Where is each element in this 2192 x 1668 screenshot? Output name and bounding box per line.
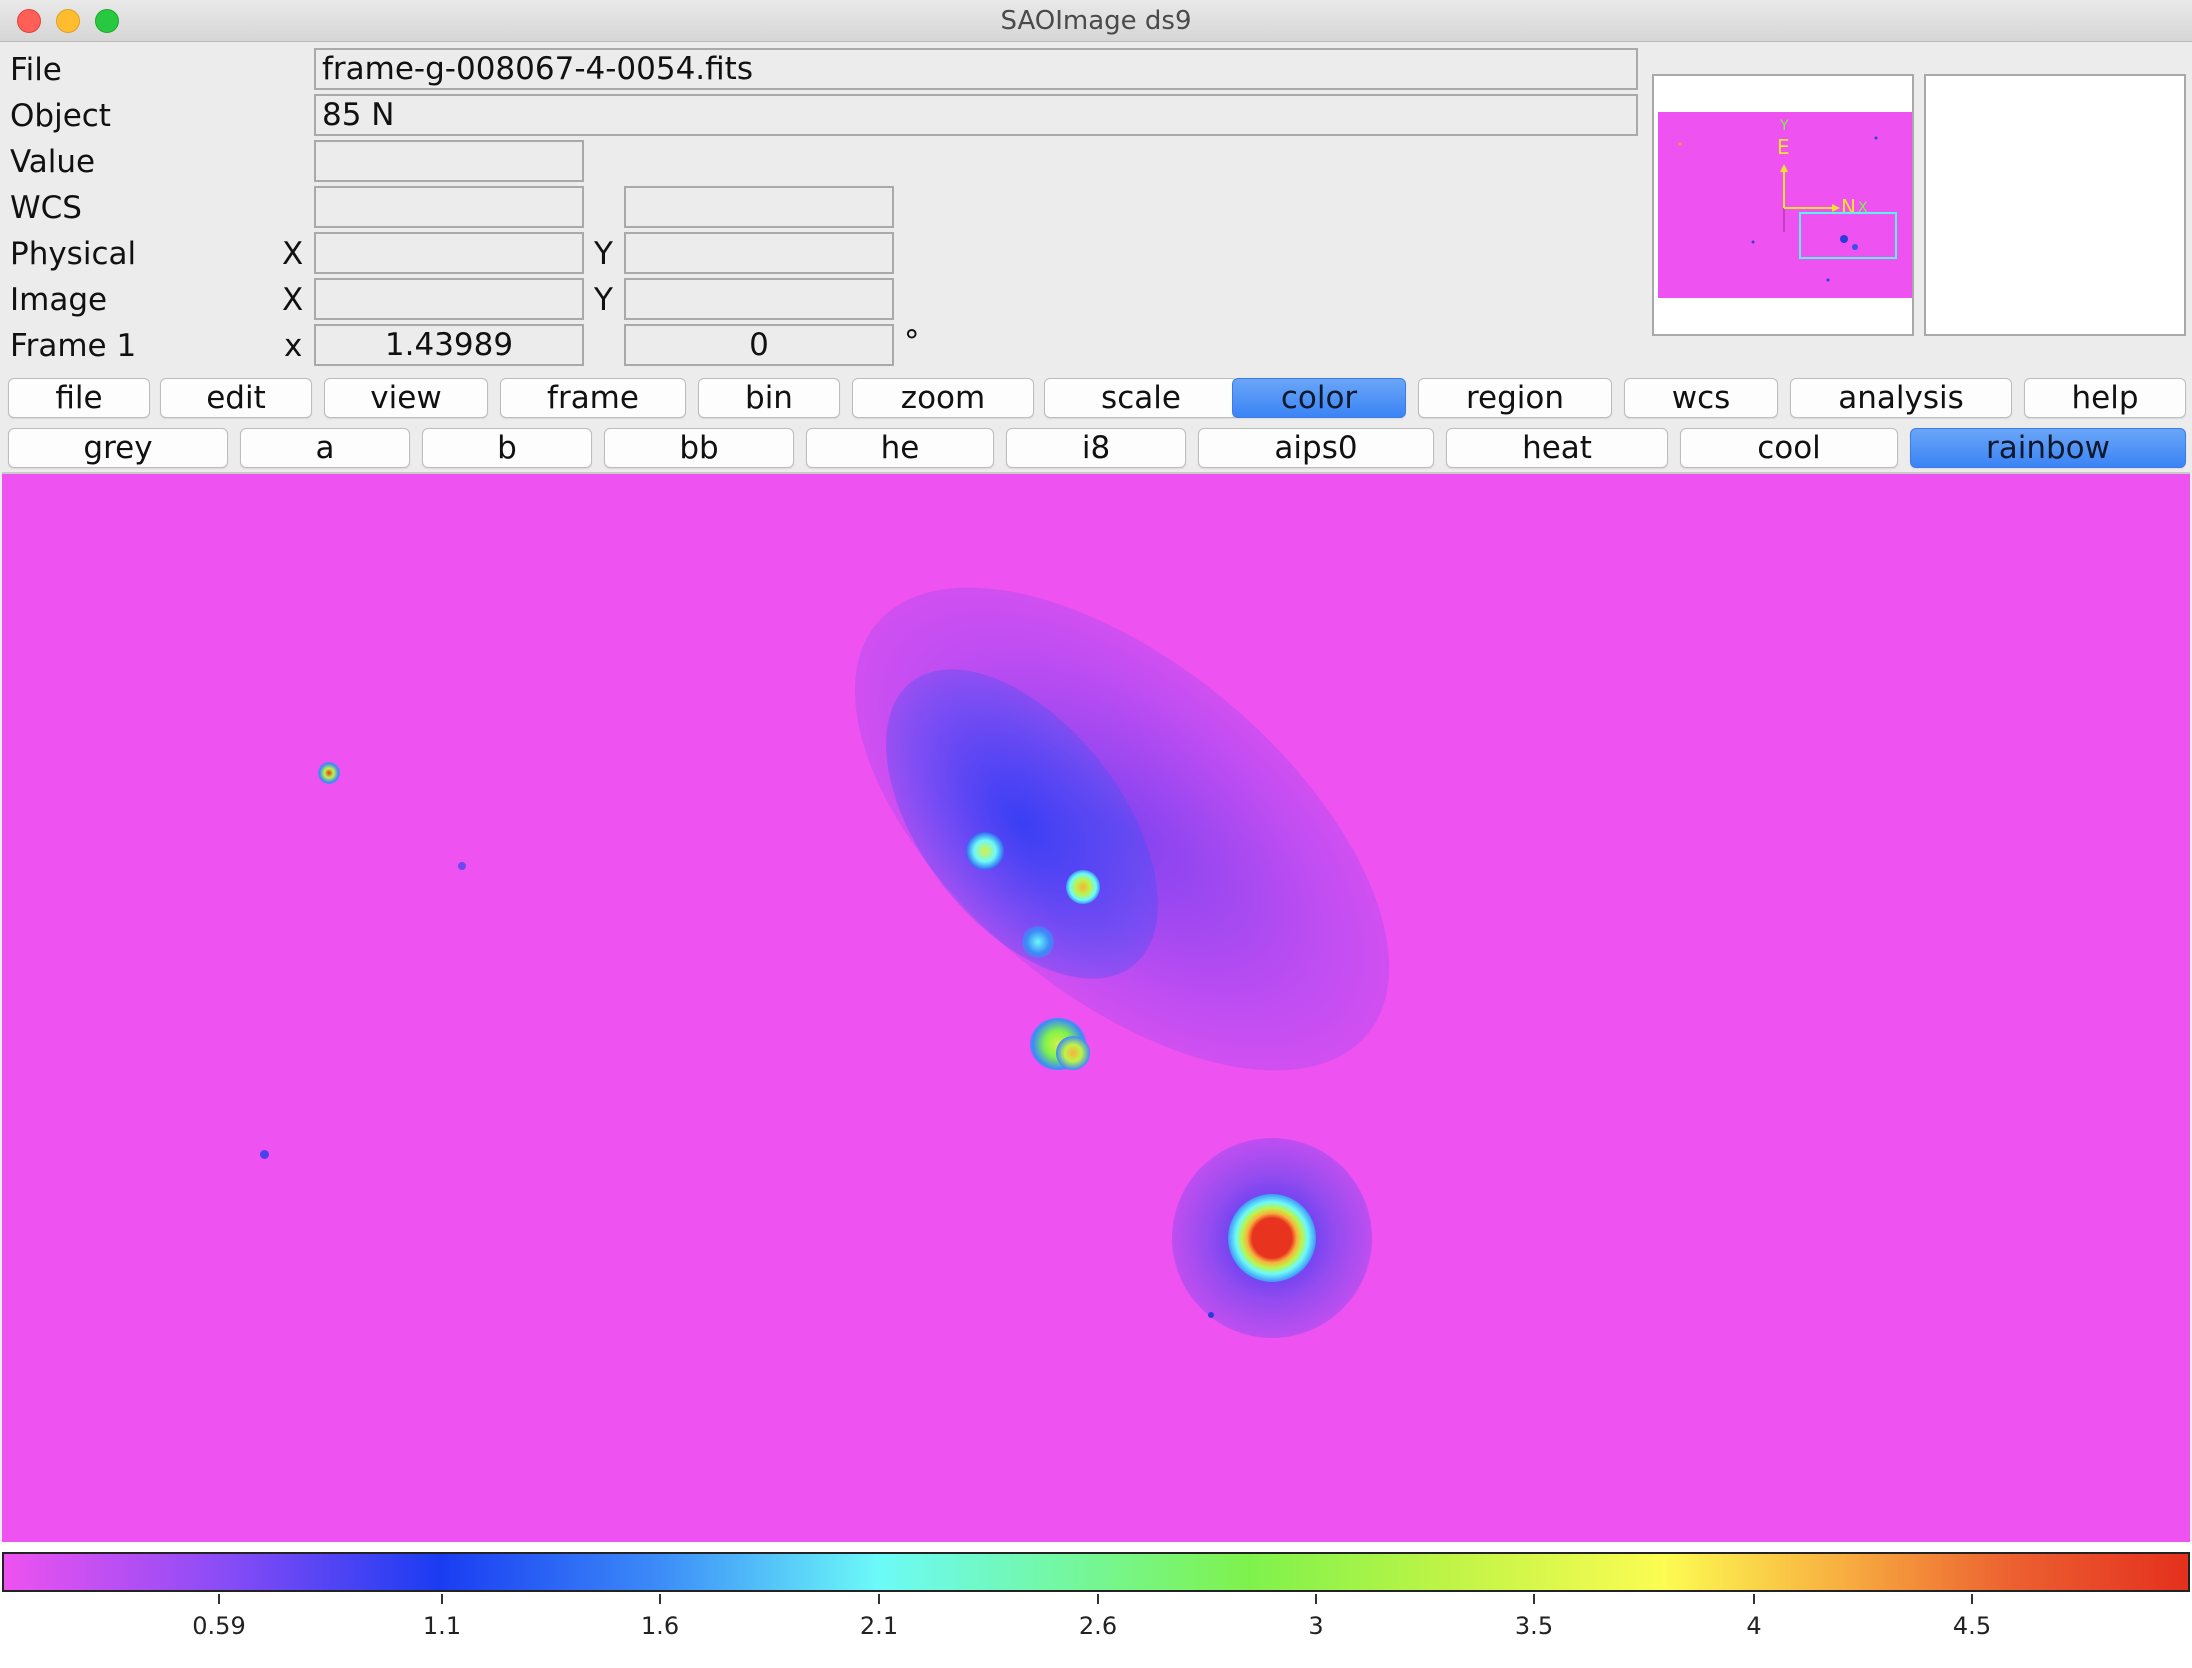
- colorbar-panel: 0.59 1.1 1.6 2.1 2.6 3 3.5 4 4.5: [0, 1542, 2192, 1668]
- colormap-grey[interactable]: grey: [8, 428, 228, 468]
- menu-file[interactable]: file: [8, 378, 150, 418]
- physical-x-label: X: [282, 236, 304, 272]
- field-star: [260, 1150, 269, 1159]
- colorbar-tick: [1097, 1594, 1099, 1604]
- frame-label: Frame 1: [10, 328, 137, 364]
- colormap-b[interactable]: b: [422, 428, 592, 468]
- hii-knot: [1022, 926, 1054, 958]
- file-field: frame-g-008067-4-0054.fits: [314, 48, 1638, 90]
- menu-zoom[interactable]: zoom: [852, 378, 1034, 418]
- object-field: 85 N: [314, 94, 1638, 136]
- colorbar-tick-label: 3: [1308, 1612, 1324, 1640]
- menu-color[interactable]: color: [1232, 378, 1406, 418]
- menu-region[interactable]: region: [1418, 378, 1612, 418]
- bright-core: [1228, 1194, 1316, 1282]
- colorbar-tick-label: 4.5: [1952, 1612, 1992, 1640]
- panner[interactable]: E N Y X: [1652, 74, 1914, 336]
- image-x-label: X: [282, 282, 304, 318]
- title-bar: SAOImage ds9: [0, 0, 2192, 42]
- menu-bin[interactable]: bin: [698, 378, 840, 418]
- image-label: Image: [10, 282, 108, 318]
- frame-angle-degree: °: [904, 324, 920, 360]
- colorbar-tick: [878, 1594, 880, 1604]
- physical-label: Physical: [10, 236, 137, 272]
- menu-scale[interactable]: scale: [1044, 378, 1238, 418]
- file-label: File: [10, 52, 62, 88]
- hii-knot: [966, 832, 1004, 870]
- menu-help[interactable]: help: [2024, 378, 2186, 418]
- colorbar-tick: [659, 1594, 661, 1604]
- frame-zoom-field: 1.43989: [314, 324, 584, 366]
- physical-x-field: [314, 232, 584, 274]
- value-field: [314, 140, 584, 182]
- image-y-field: [624, 278, 894, 320]
- colorbar-tick-label: 1.6: [640, 1612, 680, 1640]
- field-star: [318, 762, 340, 784]
- panner-thumbnail: E N Y X: [1658, 112, 1912, 298]
- colormap-i8[interactable]: i8: [1006, 428, 1186, 468]
- object-label: Object: [10, 98, 111, 134]
- image-canvas[interactable]: [2, 472, 2190, 1542]
- colormap-bb[interactable]: bb: [604, 428, 794, 468]
- frame-zoom-label: x: [284, 328, 303, 364]
- frame-angle-field: 0: [624, 324, 894, 366]
- value-label: Value: [10, 144, 96, 180]
- menu-wcs[interactable]: wcs: [1624, 378, 1778, 418]
- menu-edit[interactable]: edit: [160, 378, 312, 418]
- window-title: SAOImage ds9: [1000, 6, 1192, 36]
- colorbar-tick: [1753, 1594, 1755, 1604]
- colormap-heat[interactable]: heat: [1446, 428, 1668, 468]
- physical-y-label: Y: [594, 236, 613, 272]
- field-star: [458, 862, 466, 870]
- colorbar-tick: [1315, 1594, 1317, 1604]
- panner-y-axis-label: Y: [1779, 118, 1789, 134]
- image-x-field: [314, 278, 584, 320]
- field-star: [1208, 1312, 1214, 1318]
- colormap-cool[interactable]: cool: [1680, 428, 1898, 468]
- colormap-a[interactable]: a: [240, 428, 410, 468]
- wcs-y-field: [624, 186, 894, 228]
- colorbar-tick: [218, 1594, 220, 1604]
- menu-analysis[interactable]: analysis: [1790, 378, 2012, 418]
- colormap-he[interactable]: he: [806, 428, 994, 468]
- colorbar-tick-label: 3.5: [1514, 1612, 1554, 1640]
- image-y-label: Y: [594, 282, 613, 318]
- colormap-rainbow[interactable]: rainbow: [1910, 428, 2186, 468]
- hii-knot: [1066, 870, 1100, 904]
- physical-y-field: [624, 232, 894, 274]
- colorbar-tick-label: 2.6: [1078, 1612, 1118, 1640]
- colorbar-tick-label: 4: [1746, 1612, 1762, 1640]
- colorbar-tick: [1533, 1594, 1535, 1604]
- magnifier: [1924, 74, 2186, 336]
- compass-east-label: E: [1777, 135, 1790, 159]
- colorbar-tick: [1971, 1594, 1973, 1604]
- colorbar-tick-label: 0.59: [192, 1612, 246, 1640]
- colormap-aips0[interactable]: aips0: [1198, 428, 1434, 468]
- colorbar[interactable]: [2, 1552, 2190, 1592]
- menu-frame[interactable]: frame: [500, 378, 686, 418]
- wcs-x-field: [314, 186, 584, 228]
- menu-view[interactable]: view: [324, 378, 488, 418]
- hii-knot: [1056, 1036, 1090, 1070]
- colorbar-tick: [441, 1594, 443, 1604]
- wcs-label: WCS: [10, 190, 82, 226]
- panner-overlay: E N Y X: [1678, 118, 1897, 282]
- colorbar-tick-label: 2.1: [859, 1612, 899, 1640]
- colorbar-tick-label: 1.1: [422, 1612, 462, 1640]
- panner-viewport-box[interactable]: [1799, 212, 1897, 259]
- compass-north-label: N: [1841, 195, 1856, 219]
